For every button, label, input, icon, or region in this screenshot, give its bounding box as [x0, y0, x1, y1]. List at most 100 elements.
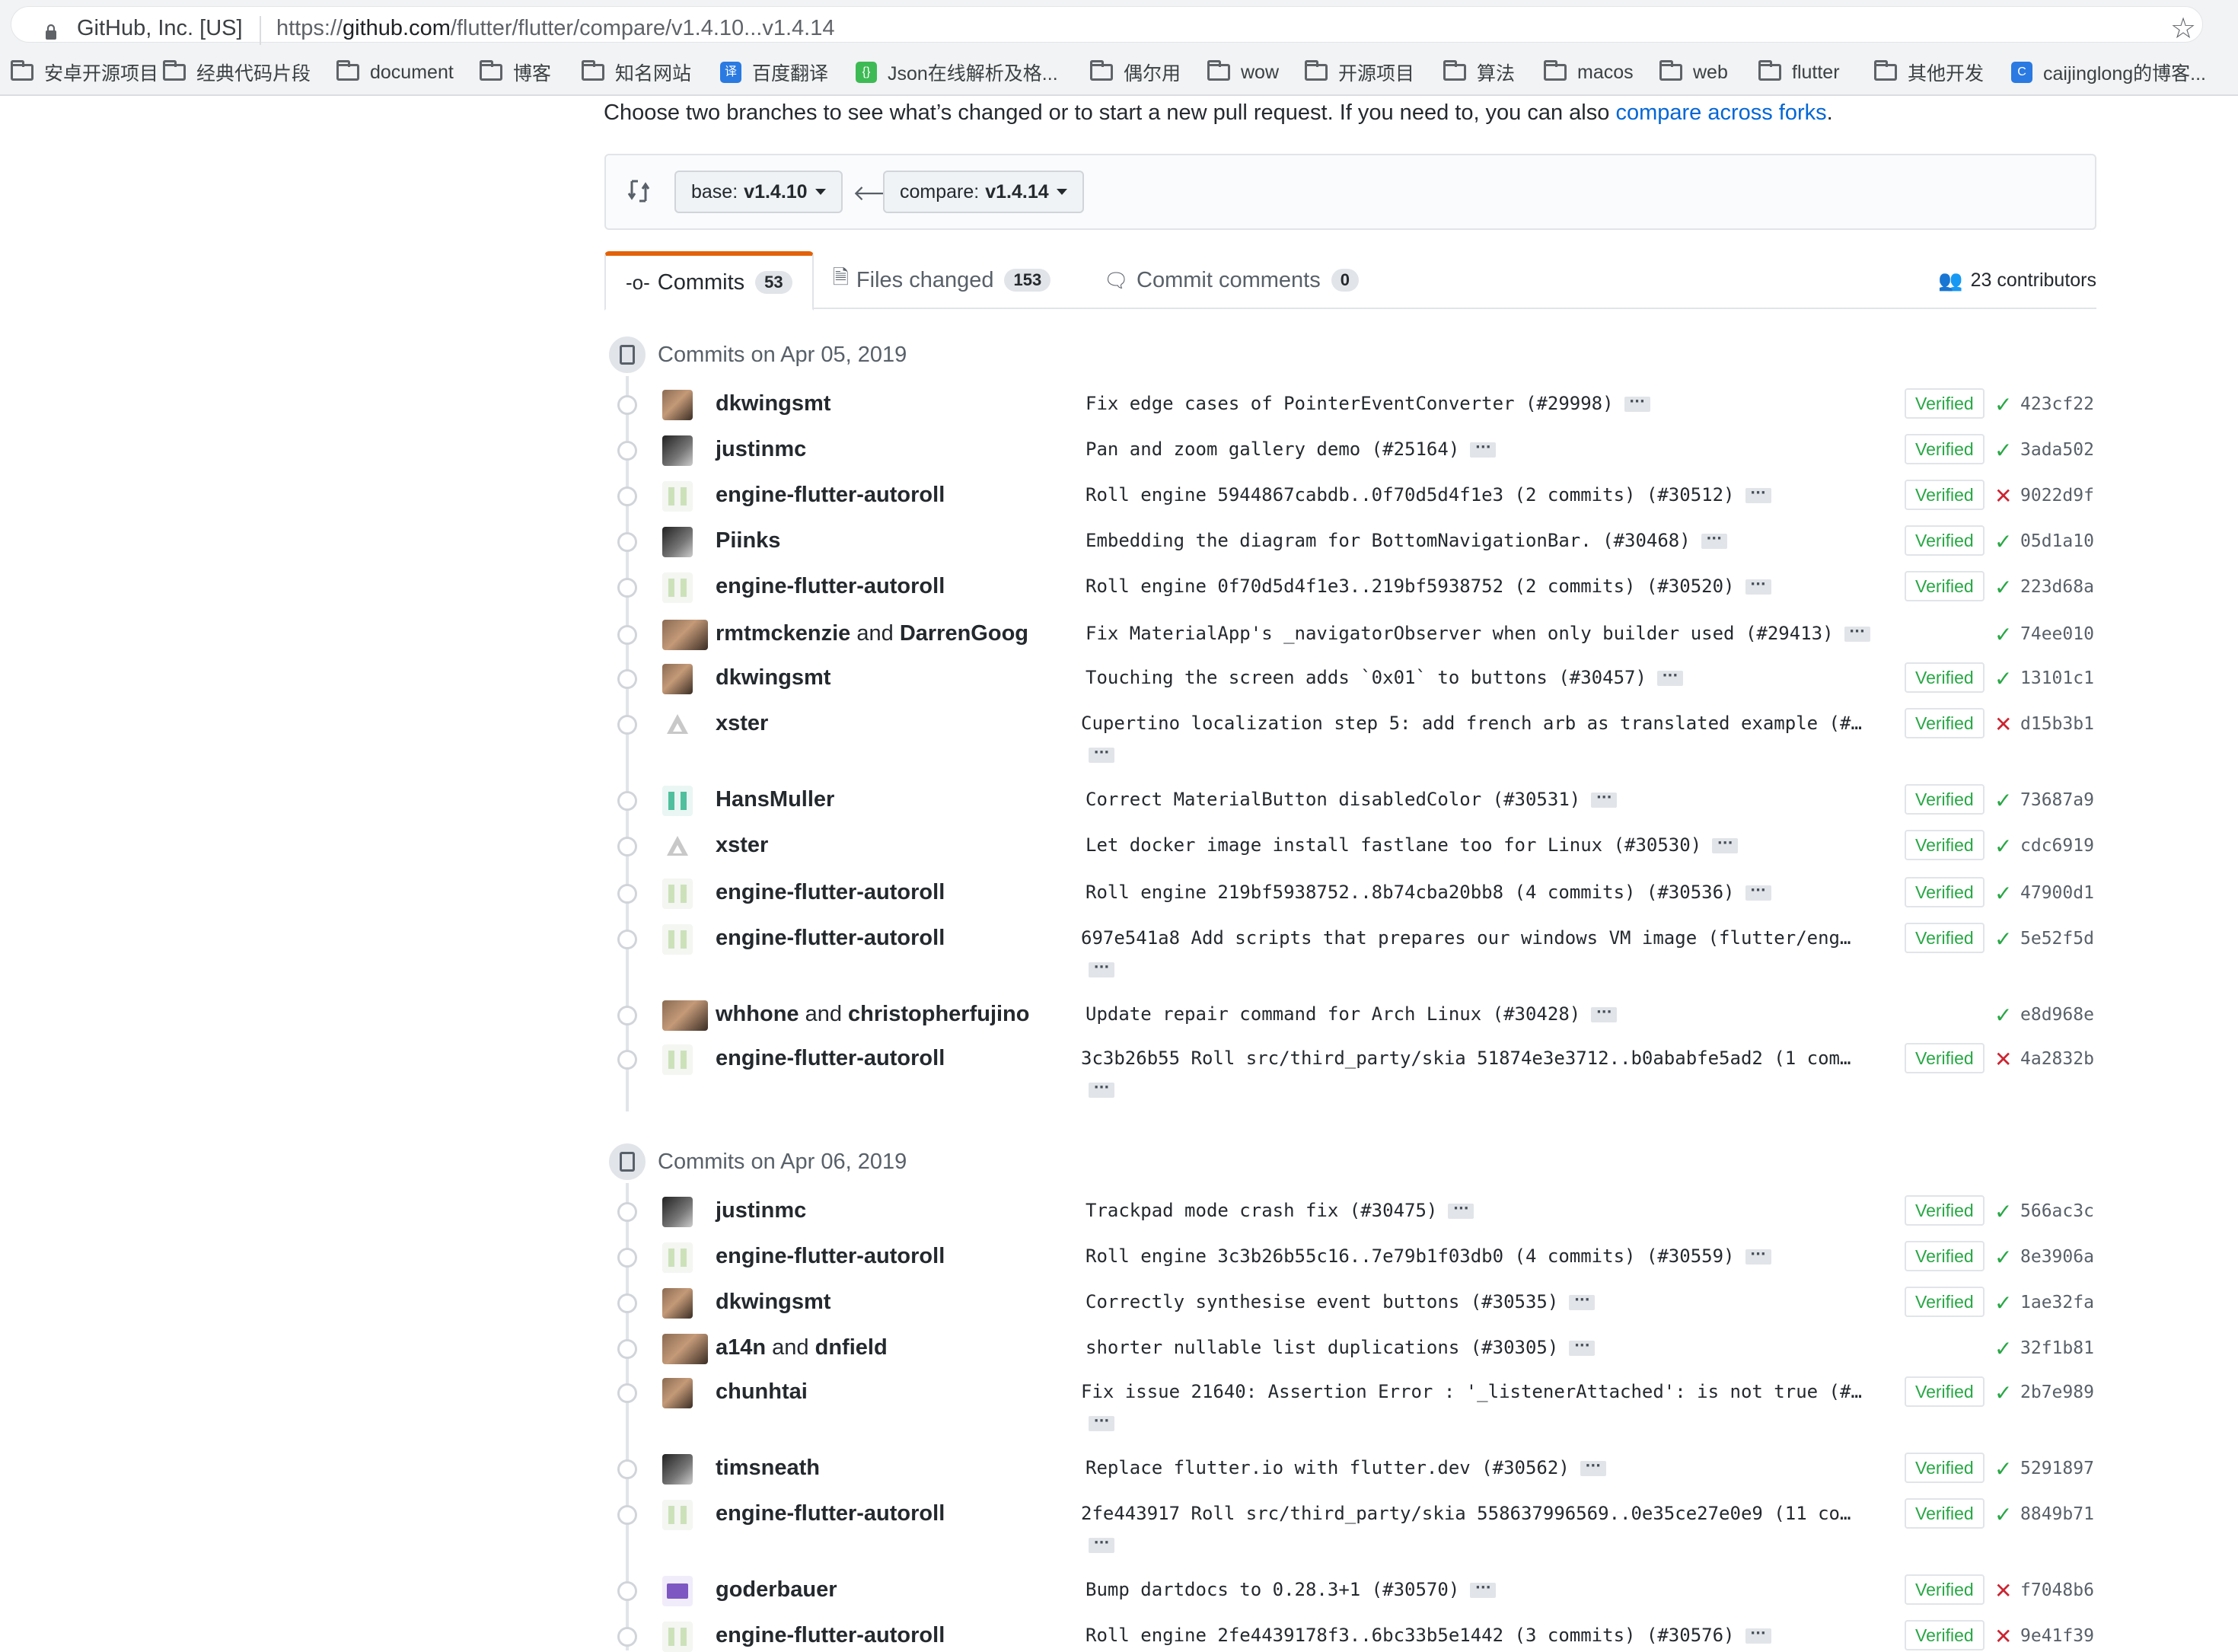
commit-message-link[interactable]: 697e541a8 Add scripts that prepares our …: [1081, 927, 1851, 949]
avatar[interactable]: [662, 1454, 693, 1485]
commit-sha-link[interactable]: 8e3906a: [2020, 1247, 2094, 1267]
check-icon[interactable]: ✓: [1994, 394, 2012, 416]
expand-message-button[interactable]: ···: [1745, 1627, 1771, 1644]
bookmark-item[interactable]: wow: [1207, 49, 1279, 94]
commit-sha-link[interactable]: 5e52f5d: [2020, 929, 2094, 949]
avatar[interactable]: [662, 572, 693, 603]
commit-message-link[interactable]: shorter nullable list duplications (#303…: [1086, 1337, 1558, 1358]
verified-badge[interactable]: Verified: [1905, 923, 1985, 953]
expand-message-button[interactable]: ···: [1701, 532, 1727, 549]
commit-sha-link[interactable]: 3ada502: [2020, 440, 2094, 460]
author-link[interactable]: timsneath: [716, 1456, 820, 1480]
commit-sha-link[interactable]: 4a2832b: [2020, 1049, 2094, 1069]
commit-message-link[interactable]: Cupertino localization step 5: add frenc…: [1081, 713, 1862, 734]
commit-sha-link[interactable]: 1ae32fa: [2020, 1293, 2094, 1312]
bookmark-item[interactable]: 博客: [480, 49, 551, 94]
author-link[interactable]: xster: [716, 711, 768, 735]
tab-commits[interactable]: -o- Commits 53: [604, 251, 814, 311]
expand-message-button[interactable]: ···: [1745, 884, 1771, 901]
bookmark-item[interactable]: flutter: [1758, 49, 1840, 94]
expand-message-button[interactable]: ···: [1448, 1202, 1474, 1219]
commit-sha-link[interactable]: 32f1b81: [2020, 1338, 2094, 1358]
bookmark-item[interactable]: 安卓开源项目: [11, 49, 158, 94]
check-icon[interactable]: ✓: [1994, 1459, 2012, 1480]
expand-message-button[interactable]: ···: [1089, 1536, 1114, 1553]
verified-badge[interactable]: Verified: [1905, 1241, 1985, 1271]
base-branch-select[interactable]: base: v1.4.10: [674, 171, 843, 213]
check-icon[interactable]: ✓: [1994, 1383, 2012, 1404]
expand-message-button[interactable]: ···: [1624, 395, 1650, 412]
check-icon[interactable]: ✓: [1994, 1293, 2012, 1314]
commit-message-link[interactable]: 2fe443917 Roll src/third_party/skia 5586…: [1081, 1503, 1851, 1524]
x-icon[interactable]: ✕: [1994, 486, 2012, 507]
contributors-link[interactable]: 👥 23 contributors: [1938, 251, 2096, 309]
avatar[interactable]: [662, 1622, 693, 1652]
bookmark-star-icon[interactable]: ☆: [2170, 14, 2196, 43]
commit-sha-link[interactable]: 13101c1: [2020, 668, 2094, 688]
coauthor-link[interactable]: dnfield: [815, 1335, 888, 1360]
verified-badge[interactable]: Verified: [1905, 662, 1985, 693]
expand-message-button[interactable]: ···: [1580, 1459, 1606, 1476]
commit-message-link[interactable]: Pan and zoom gallery demo (#25164): [1086, 439, 1459, 460]
avatar[interactable]: [662, 1500, 693, 1530]
verified-badge[interactable]: Verified: [1905, 1043, 1985, 1073]
verified-badge[interactable]: Verified: [1905, 830, 1985, 860]
expand-message-button[interactable]: ···: [1745, 1248, 1771, 1265]
expand-message-button[interactable]: ···: [1089, 1414, 1114, 1431]
commit-sha-link[interactable]: 8849b71: [2020, 1504, 2094, 1524]
x-icon[interactable]: ✕: [1994, 1580, 2012, 1602]
url-text[interactable]: https://github.com/flutter/flutter/compa…: [276, 16, 834, 41]
commit-message-link[interactable]: Roll engine 219bf5938752..8b74cba20bb8 (…: [1086, 882, 1735, 903]
bookmark-item[interactable]: 算法: [1443, 49, 1515, 94]
author-link[interactable]: engine-flutter-autoroll: [716, 483, 945, 507]
verified-badge[interactable]: Verified: [1905, 388, 1985, 419]
verified-badge[interactable]: Verified: [1905, 571, 1985, 601]
verified-badge[interactable]: Verified: [1905, 1376, 1985, 1407]
author-link[interactable]: Piinks: [716, 528, 780, 553]
commit-sha-link[interactable]: e8d968e: [2020, 1005, 2094, 1025]
check-icon[interactable]: ✓: [1994, 929, 2012, 950]
check-icon[interactable]: ✓: [1994, 1005, 2012, 1026]
expand-message-button[interactable]: ···: [1089, 961, 1114, 977]
expand-message-button[interactable]: ···: [1470, 1581, 1497, 1598]
commit-message-link[interactable]: Correct MaterialButton disabledColor (#3…: [1086, 789, 1580, 810]
avatar[interactable]: [662, 924, 693, 955]
expand-message-button[interactable]: ···: [1089, 1081, 1114, 1098]
check-icon[interactable]: ✓: [1994, 790, 2012, 812]
author-link[interactable]: engine-flutter-autoroll: [716, 926, 945, 950]
author-link[interactable]: rmtmckenzie: [716, 621, 850, 646]
check-icon[interactable]: ✓: [1994, 836, 2012, 857]
bookmark-item[interactable]: 其他开发: [1874, 49, 1984, 94]
author-link[interactable]: dkwingsmt: [716, 391, 830, 416]
commit-message-link[interactable]: Replace flutter.io with flutter.dev (#30…: [1086, 1457, 1570, 1478]
commit-message-link[interactable]: Trackpad mode crash fix (#30475): [1086, 1200, 1437, 1221]
avatar[interactable]: [662, 831, 693, 862]
avatar[interactable]: [662, 879, 693, 909]
expand-message-button[interactable]: ···: [1569, 1339, 1596, 1356]
author-link[interactable]: HansMuller: [716, 787, 834, 812]
bookmark-item[interactable]: Ccaijinglong的博客...: [2011, 49, 2206, 94]
commit-sha-link[interactable]: 2b7e989: [2020, 1383, 2094, 1402]
commit-message-link[interactable]: Update repair command for Arch Linux (#3…: [1086, 1003, 1580, 1025]
commit-message-link[interactable]: Roll engine 5944867cabdb..0f70d5d4f1e3 (…: [1086, 484, 1735, 505]
expand-message-button[interactable]: ···: [1089, 746, 1114, 763]
verified-badge[interactable]: Verified: [1905, 784, 1985, 815]
check-icon[interactable]: ✓: [1994, 1201, 2012, 1223]
check-icon[interactable]: ✓: [1994, 1504, 2012, 1526]
commit-message-link[interactable]: Let docker image install fastlane too fo…: [1086, 834, 1701, 856]
compare-branch-select[interactable]: compare: v1.4.14: [883, 171, 1084, 213]
tab-files-changed[interactable]: 🗎 Files changed 153: [833, 251, 1051, 309]
verified-badge[interactable]: Verified: [1905, 434, 1985, 464]
author-link[interactable]: engine-flutter-autoroll: [716, 1623, 945, 1647]
check-icon[interactable]: ✓: [1994, 668, 2012, 690]
avatar[interactable]: [662, 435, 693, 466]
bookmark-item[interactable]: 开源项目: [1305, 49, 1414, 94]
bookmark-item[interactable]: 知名网站: [582, 49, 691, 94]
avatar[interactable]: [662, 1288, 693, 1319]
commit-sha-link[interactable]: f7048b6: [2020, 1580, 2094, 1600]
avatar[interactable]: [662, 620, 708, 650]
avatar[interactable]: [662, 664, 693, 694]
expand-message-button[interactable]: ···: [1470, 441, 1497, 458]
bookmark-item[interactable]: 偶尔用: [1090, 49, 1181, 94]
expand-message-button[interactable]: ···: [1745, 486, 1771, 503]
